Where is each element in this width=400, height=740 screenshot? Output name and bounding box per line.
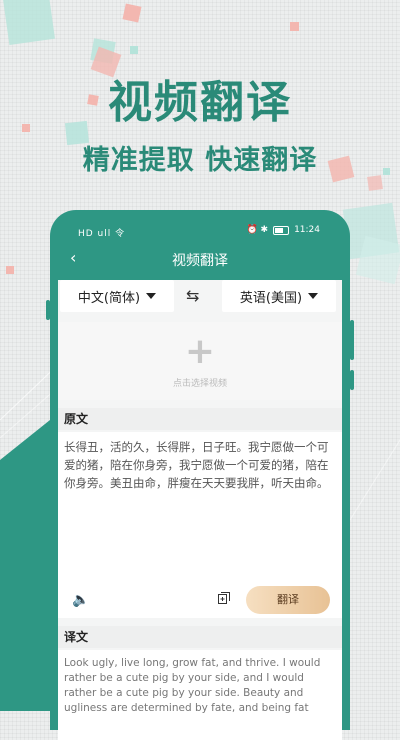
- target-language-select[interactable]: 英语(美国): [222, 280, 336, 312]
- chevron-down-icon: [308, 293, 319, 299]
- target-section-label: 译文: [58, 626, 342, 648]
- hero-subtitle: 精准提取 快速翻译: [82, 145, 318, 176]
- video-upload-area[interactable]: + 点击选择视频: [58, 322, 342, 400]
- source-text-box[interactable]: 长得丑，活的久，长得胖，日子旺。我宁愿做一个可爱的猪，陪在你身旁，我宁愿做一个可…: [58, 432, 342, 618]
- battery-icon: [273, 225, 290, 235]
- hero-title: 视频翻译: [108, 77, 292, 128]
- status-time: 11:24: [294, 225, 320, 235]
- nav-title: 视频翻译: [172, 253, 228, 269]
- signal-icons: HD ull 令: [78, 229, 126, 239]
- copy-icon[interactable]: [218, 592, 230, 604]
- phone-frame: HD ull 令 ⏰ ✱ 11:24 ‹ 视频翻译 中文(简体) ⇆ 英语(美国…: [50, 210, 350, 740]
- translate-button[interactable]: 翻译: [246, 586, 330, 614]
- source-section-label: 原文: [58, 408, 342, 430]
- upload-hint: 点击选择视频: [172, 379, 227, 389]
- source-language-label: 中文(简体): [77, 290, 141, 306]
- language-selector-row: 中文(简体) ⇆ 英语(美国): [58, 280, 342, 312]
- chevron-down-icon: [146, 293, 157, 299]
- target-text: Look ugly, live long, grow fat, and thri…: [64, 657, 321, 714]
- status-bar: HD ull 令 ⏰ ✱ 11:24: [50, 210, 350, 250]
- phone-side-button: [350, 370, 354, 390]
- source-text: 长得丑，活的久，长得胖，日子旺。我宁愿做一个可爱的猪，陪在你身旁，我宁愿做一个可…: [64, 440, 329, 490]
- swap-icon[interactable]: ⇆: [186, 286, 199, 305]
- speaker-icon[interactable]: 🔈: [72, 592, 89, 608]
- phone-side-button: [350, 320, 354, 360]
- app-screen: 中文(简体) ⇆ 英语(美国) + 点击选择视频 原文 长得丑，活的久，长得胖，…: [58, 280, 342, 740]
- target-text-box: Look ugly, live long, grow fat, and thri…: [58, 650, 342, 740]
- alarm-bluetooth-icons: ⏰ ✱: [246, 225, 269, 235]
- plus-icon: +: [184, 331, 216, 372]
- target-language-label: 英语(美国): [239, 290, 303, 306]
- nav-bar: ‹ 视频翻译: [50, 246, 350, 272]
- source-language-select[interactable]: 中文(简体): [60, 280, 174, 312]
